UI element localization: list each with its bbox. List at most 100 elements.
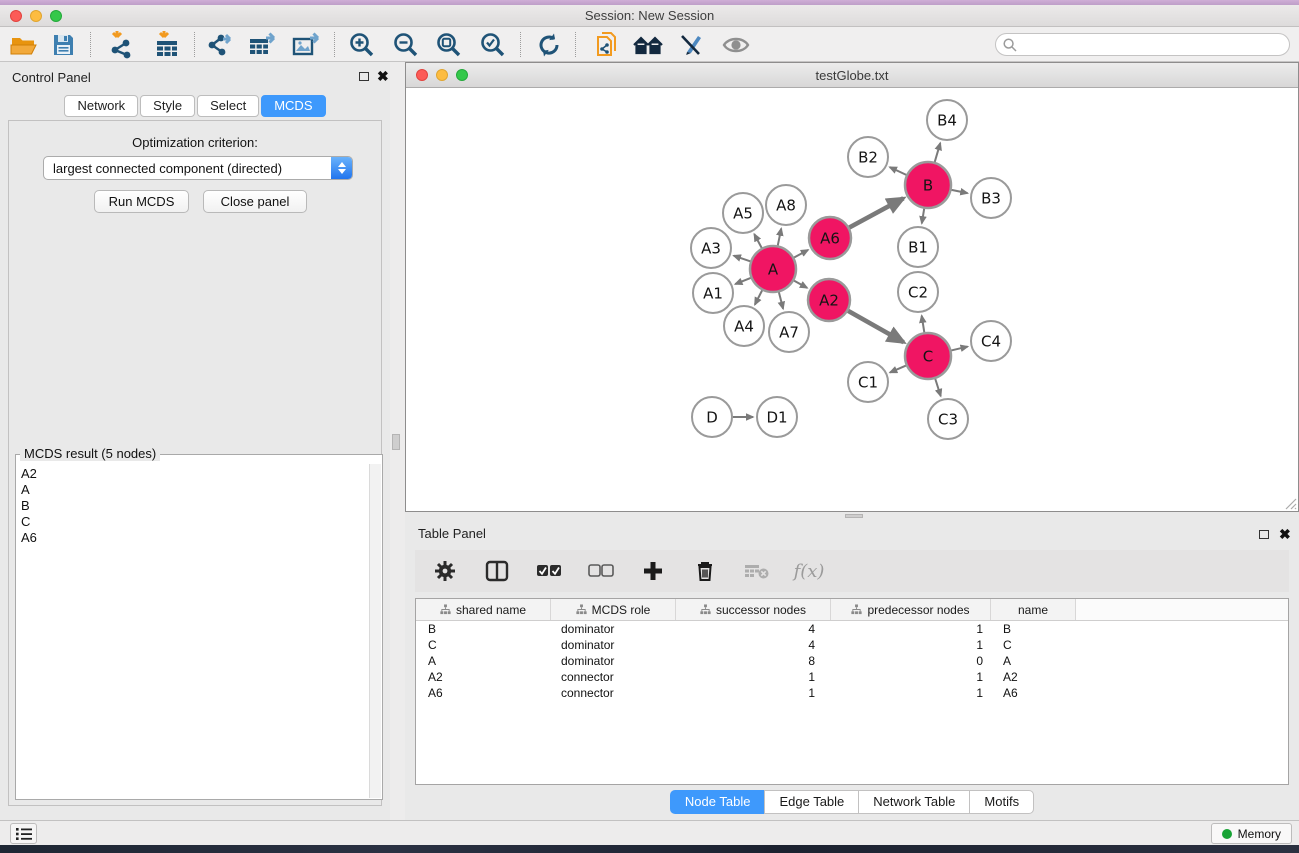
- column-header-predecessor-nodes[interactable]: predecessor nodes: [831, 599, 991, 620]
- save-session-button[interactable]: [45, 29, 81, 60]
- column-header-shared-name[interactable]: shared name: [416, 599, 551, 620]
- memory-button[interactable]: Memory: [1211, 823, 1292, 844]
- mcds-result-item[interactable]: C: [21, 514, 369, 530]
- table-row[interactable]: A2connector11A2: [416, 669, 1288, 685]
- edge-A6-B[interactable]: [849, 198, 903, 227]
- edge-C-C4[interactable]: [951, 347, 967, 351]
- network-graph-canvas[interactable]: B4 B2 B B3 A8A5 A6 B1 A3 A C2 A1 A2 A4A7 C4 C C1 C3 D D1: [406, 88, 1298, 511]
- edge-A-A7[interactable]: [779, 292, 783, 308]
- create-column-button[interactable]: [639, 557, 667, 585]
- mcds-result-list[interactable]: A2ABCA6: [17, 464, 369, 798]
- network-node-A6[interactable]: A6: [809, 217, 851, 259]
- hide-graphics-details-button[interactable]: [673, 29, 709, 60]
- network-node-C4[interactable]: C4: [971, 321, 1011, 361]
- table-row[interactable]: Bdominator41B: [416, 621, 1288, 637]
- tab-style[interactable]: Style: [140, 95, 195, 117]
- zoom-out-button[interactable]: [388, 29, 424, 60]
- tab-node-table[interactable]: Node Table: [670, 790, 766, 814]
- unselect-all-button[interactable]: [587, 557, 615, 585]
- network-node-A2[interactable]: A2: [808, 279, 850, 321]
- home-button[interactable]: [630, 29, 666, 60]
- edge-A-A2[interactable]: [794, 281, 807, 288]
- edge-A-A8[interactable]: [778, 229, 781, 246]
- network-node-C2[interactable]: C2: [898, 272, 938, 312]
- edge-A2-C[interactable]: [848, 311, 903, 342]
- tab-network[interactable]: Network: [64, 95, 138, 117]
- edge-A-A1[interactable]: [735, 278, 750, 284]
- tab-edge-table[interactable]: Edge Table: [764, 790, 859, 814]
- network-node-C1[interactable]: C1: [848, 362, 888, 402]
- mcds-result-item[interactable]: A2: [21, 466, 369, 482]
- import-table-button[interactable]: [149, 29, 185, 60]
- search-input[interactable]: [1017, 35, 1289, 54]
- network-node-C[interactable]: C: [905, 333, 951, 379]
- edge-B-B2[interactable]: [890, 167, 907, 175]
- optimization-criterion-dropdown[interactable]: largest connected component (directed): [43, 156, 353, 180]
- tab-select[interactable]: Select: [197, 95, 259, 117]
- mcds-result-scrollbar[interactable]: [369, 464, 381, 798]
- window-resize-grip[interactable]: [1283, 496, 1297, 510]
- edge-B-B4[interactable]: [935, 143, 941, 162]
- split-panel-button[interactable]: [483, 557, 511, 585]
- edge-A-A3[interactable]: [734, 256, 751, 262]
- open-session-button[interactable]: [5, 29, 41, 60]
- export-image-button[interactable]: [288, 29, 324, 60]
- run-mcds-button[interactable]: Run MCDS: [94, 190, 189, 213]
- select-all-button[interactable]: [535, 557, 563, 585]
- vertical-splitter[interactable]: [390, 62, 405, 820]
- network-node-A[interactable]: A: [750, 246, 796, 292]
- edge-A-A6[interactable]: [794, 250, 808, 258]
- horizontal-splitter[interactable]: [405, 512, 1299, 520]
- float-panel-icon[interactable]: [359, 72, 369, 81]
- tab-mcds[interactable]: MCDS: [261, 95, 325, 117]
- node-table[interactable]: shared nameMCDS rolesuccessor nodesprede…: [415, 598, 1289, 785]
- float-panel-icon[interactable]: [1259, 530, 1269, 539]
- network-node-C3[interactable]: C3: [928, 399, 968, 439]
- network-node-A4[interactable]: A4: [724, 306, 764, 346]
- network-node-B2[interactable]: B2: [848, 137, 888, 177]
- tab-motifs[interactable]: Motifs: [969, 790, 1034, 814]
- zoom-selected-button[interactable]: [475, 29, 511, 60]
- export-table-button[interactable]: [244, 29, 280, 60]
- network-node-A7[interactable]: A7: [769, 312, 809, 352]
- tab-network-table[interactable]: Network Table: [858, 790, 970, 814]
- table-row[interactable]: Cdominator41C: [416, 637, 1288, 653]
- close-panel-icon[interactable]: ✖: [1279, 525, 1291, 543]
- show-graphics-details-button[interactable]: [718, 29, 754, 60]
- table-row[interactable]: Adominator80A: [416, 653, 1288, 669]
- splitter-handle[interactable]: [392, 434, 400, 450]
- edge-C-C1[interactable]: [890, 366, 906, 373]
- clone-network-button[interactable]: [589, 29, 625, 60]
- edge-B-B1[interactable]: [922, 209, 924, 224]
- edge-C-C2[interactable]: [922, 316, 925, 333]
- edge-C-C3[interactable]: [935, 379, 940, 396]
- network-node-B1[interactable]: B1: [898, 227, 938, 267]
- close-panel-icon[interactable]: ✖: [377, 67, 389, 85]
- network-node-B3[interactable]: B3: [971, 178, 1011, 218]
- edge-A-A5[interactable]: [754, 234, 761, 248]
- network-node-A5[interactable]: A5: [723, 193, 763, 233]
- network-node-A3[interactable]: A3: [691, 228, 731, 268]
- edge-A-A4[interactable]: [755, 290, 762, 304]
- mcds-result-item[interactable]: B: [21, 498, 369, 514]
- network-node-B4[interactable]: B4: [927, 100, 967, 140]
- refresh-layout-button[interactable]: [531, 29, 567, 60]
- mcds-result-item[interactable]: A: [21, 482, 369, 498]
- column-header-MCDS-role[interactable]: MCDS role: [551, 599, 676, 620]
- column-header-successor-nodes[interactable]: successor nodes: [676, 599, 831, 620]
- zoom-in-button[interactable]: [344, 29, 380, 60]
- network-node-B[interactable]: B: [905, 162, 951, 208]
- network-node-A1[interactable]: A1: [693, 273, 733, 313]
- task-history-button[interactable]: [10, 823, 37, 844]
- export-network-button[interactable]: [201, 29, 237, 60]
- splitter-handle[interactable]: [845, 514, 863, 518]
- table-row[interactable]: A6connector11A6: [416, 685, 1288, 701]
- network-node-D[interactable]: D: [692, 397, 732, 437]
- column-header-name[interactable]: name: [991, 599, 1076, 620]
- mcds-result-item[interactable]: A6: [21, 530, 369, 546]
- network-node-A8[interactable]: A8: [766, 185, 806, 225]
- close-panel-button[interactable]: Close panel: [203, 190, 307, 213]
- zoom-fit-button[interactable]: [431, 29, 467, 60]
- network-node-D1[interactable]: D1: [757, 397, 797, 437]
- import-network-button[interactable]: [103, 29, 139, 60]
